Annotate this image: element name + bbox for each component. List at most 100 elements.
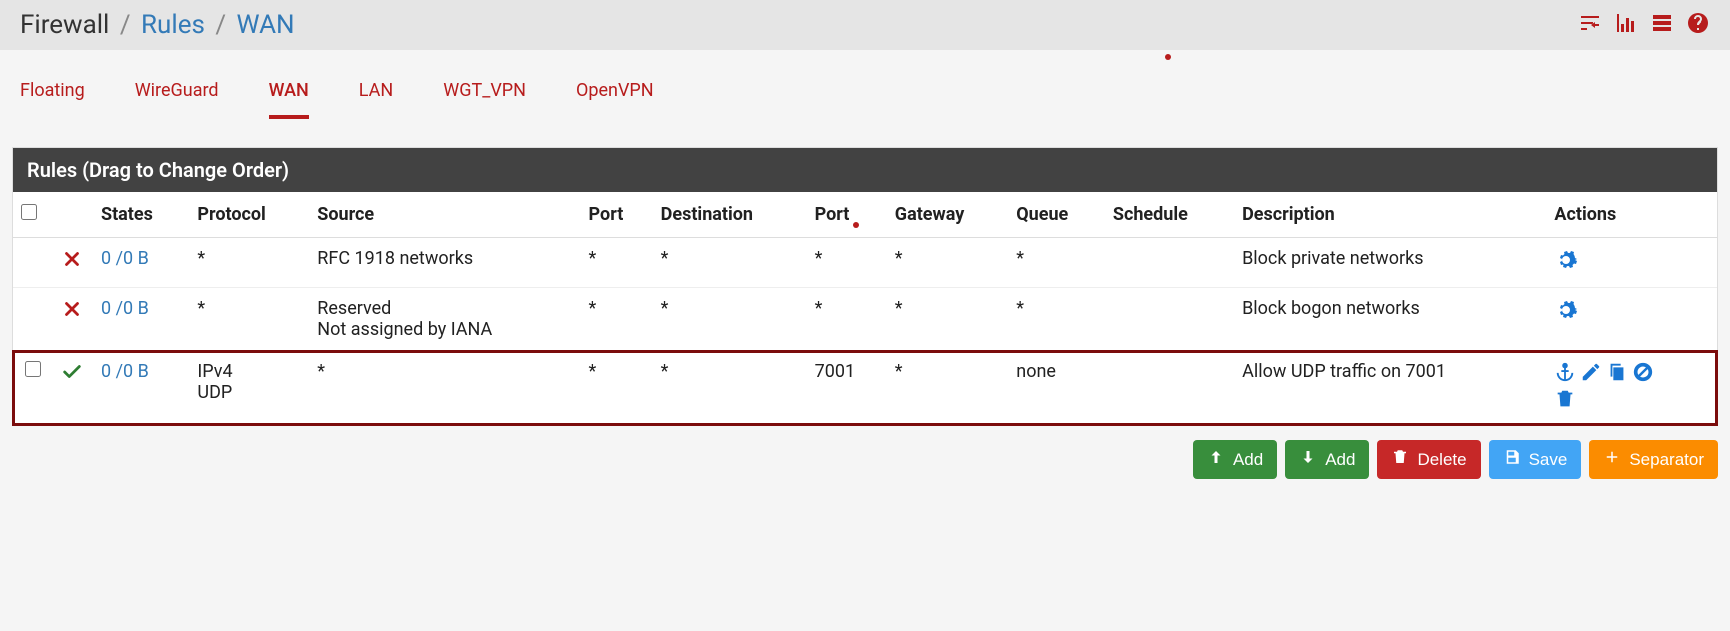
arrow-up-icon	[1207, 448, 1225, 471]
tab-wireguard[interactable]: WireGuard	[135, 80, 219, 119]
breadcrumb-root: Firewall	[20, 10, 109, 40]
cell-sport: *	[581, 351, 653, 426]
states-link[interactable]: 0 /0 B	[101, 298, 149, 319]
table-row[interactable]: 0 /0 B * RFC 1918 networks * * * * * Blo…	[13, 238, 1717, 288]
separator-label: Separator	[1629, 450, 1704, 470]
rules-table: States Protocol Source Port Destination …	[13, 192, 1717, 425]
cell-protocol: *	[189, 288, 309, 351]
add-top-label: Add	[1233, 450, 1263, 470]
header-bar: Firewall / Rules / WAN	[0, 0, 1730, 50]
col-gateway: Gateway	[887, 192, 1008, 238]
cell-dport: *	[807, 238, 887, 288]
cell-protocol: *	[189, 238, 309, 288]
table-row[interactable]: 0 /0 B * ReservedNot assigned by IANA * …	[13, 288, 1717, 351]
tab-lan[interactable]: LAN	[359, 80, 393, 119]
cell-dport: *	[807, 288, 887, 351]
col-actions: Actions	[1546, 192, 1717, 238]
arrow-down-icon	[1299, 448, 1317, 471]
cell-sport: *	[581, 288, 653, 351]
pencil-edit-icon[interactable]	[1580, 361, 1602, 388]
breadcrumb-leaf[interactable]: WAN	[237, 10, 295, 40]
save-label: Save	[1529, 450, 1568, 470]
panel-title: Rules (Drag to Change Order)	[13, 148, 1717, 192]
gear-icon[interactable]	[1554, 298, 1578, 327]
col-schedule: Schedule	[1105, 192, 1234, 238]
tab-wgt-vpn[interactable]: WGT_VPN	[443, 80, 526, 119]
cell-description: Allow UDP traffic on 7001	[1234, 351, 1546, 426]
tab-wan[interactable]: WAN	[269, 80, 309, 119]
cell-queue: *	[1008, 288, 1105, 351]
col-queue: Queue	[1008, 192, 1105, 238]
trash-icon	[1391, 448, 1409, 471]
cell-destination: *	[653, 351, 807, 426]
add-top-button[interactable]: Add	[1193, 440, 1277, 479]
tab-openvpn[interactable]: OpenVPN	[576, 80, 654, 119]
separator-button[interactable]: Separator	[1589, 440, 1718, 479]
breadcrumb-mid[interactable]: Rules	[141, 10, 205, 40]
cell-source: *	[309, 351, 580, 426]
annotation-dot-icon	[1165, 54, 1171, 60]
cell-schedule	[1105, 238, 1234, 288]
cell-destination: *	[653, 288, 807, 351]
header-action-icons	[1578, 11, 1710, 39]
cell-description: Block private networks	[1234, 238, 1546, 288]
col-destination: Destination	[653, 192, 807, 238]
copy-icon[interactable]	[1606, 361, 1628, 388]
table-header-row: States Protocol Source Port Destination …	[13, 192, 1717, 238]
breadcrumb: Firewall / Rules / WAN	[20, 10, 295, 40]
col-checkbox	[13, 192, 53, 238]
cell-protocol: IPv4UDP	[189, 351, 309, 426]
pass-icon	[61, 361, 83, 388]
cell-queue: none	[1008, 351, 1105, 426]
help-icon[interactable]	[1686, 11, 1710, 39]
cell-gateway: *	[887, 288, 1008, 351]
rules-panel: Rules (Drag to Change Order) States Prot…	[12, 147, 1718, 426]
col-source: Source	[309, 192, 580, 238]
cell-queue: *	[1008, 238, 1105, 288]
col-status	[53, 192, 93, 238]
cell-actions	[1546, 288, 1717, 351]
row-checkbox[interactable]	[25, 361, 41, 377]
save-button[interactable]: Save	[1489, 440, 1582, 479]
cell-destination: *	[653, 238, 807, 288]
save-disk-icon	[1503, 448, 1521, 471]
tab-floating[interactable]: Floating	[20, 80, 85, 119]
col-description: Description	[1234, 192, 1546, 238]
cell-source: ReservedNot assigned by IANA	[309, 288, 580, 351]
select-all-checkbox[interactable]	[21, 204, 37, 220]
cell-description: Block bogon networks	[1234, 288, 1546, 351]
delete-label: Delete	[1417, 450, 1466, 470]
cell-schedule	[1105, 288, 1234, 351]
col-protocol: Protocol	[189, 192, 309, 238]
cell-gateway: *	[887, 351, 1008, 426]
gear-icon[interactable]	[1554, 248, 1578, 277]
interface-tabs: Floating WireGuard WAN LAN WGT_VPN OpenV…	[0, 50, 1730, 119]
table-row[interactable]: 0 /0 B IPv4UDP * * * 7001 * none Allow U…	[13, 351, 1717, 426]
cell-gateway: *	[887, 238, 1008, 288]
col-states: States	[93, 192, 189, 238]
add-bottom-label: Add	[1325, 450, 1355, 470]
stats-chart-icon[interactable]	[1614, 11, 1638, 39]
cell-source: RFC 1918 networks	[309, 238, 580, 288]
disable-icon[interactable]	[1632, 361, 1654, 388]
delete-button[interactable]: Delete	[1377, 440, 1480, 479]
cell-actions	[1546, 351, 1717, 426]
col-dport: Port	[807, 192, 887, 238]
trash-icon[interactable]	[1554, 388, 1576, 415]
cell-sport: *	[581, 238, 653, 288]
add-bottom-button[interactable]: Add	[1285, 440, 1369, 479]
states-link[interactable]: 0 /0 B	[101, 361, 149, 382]
settings-sliders-icon[interactable]	[1578, 11, 1602, 39]
breadcrumb-sep: /	[120, 10, 131, 40]
states-link[interactable]: 0 /0 B	[101, 248, 149, 269]
plus-icon	[1603, 448, 1621, 471]
block-icon	[61, 248, 83, 275]
footer-buttons: Add Add Delete Save Separator	[0, 426, 1730, 493]
cell-dport: 7001	[807, 351, 887, 426]
log-list-icon[interactable]	[1650, 11, 1674, 39]
anchor-icon[interactable]	[1554, 361, 1576, 388]
cell-schedule	[1105, 351, 1234, 426]
col-sport: Port	[581, 192, 653, 238]
block-icon	[61, 298, 83, 325]
cell-actions	[1546, 238, 1717, 288]
